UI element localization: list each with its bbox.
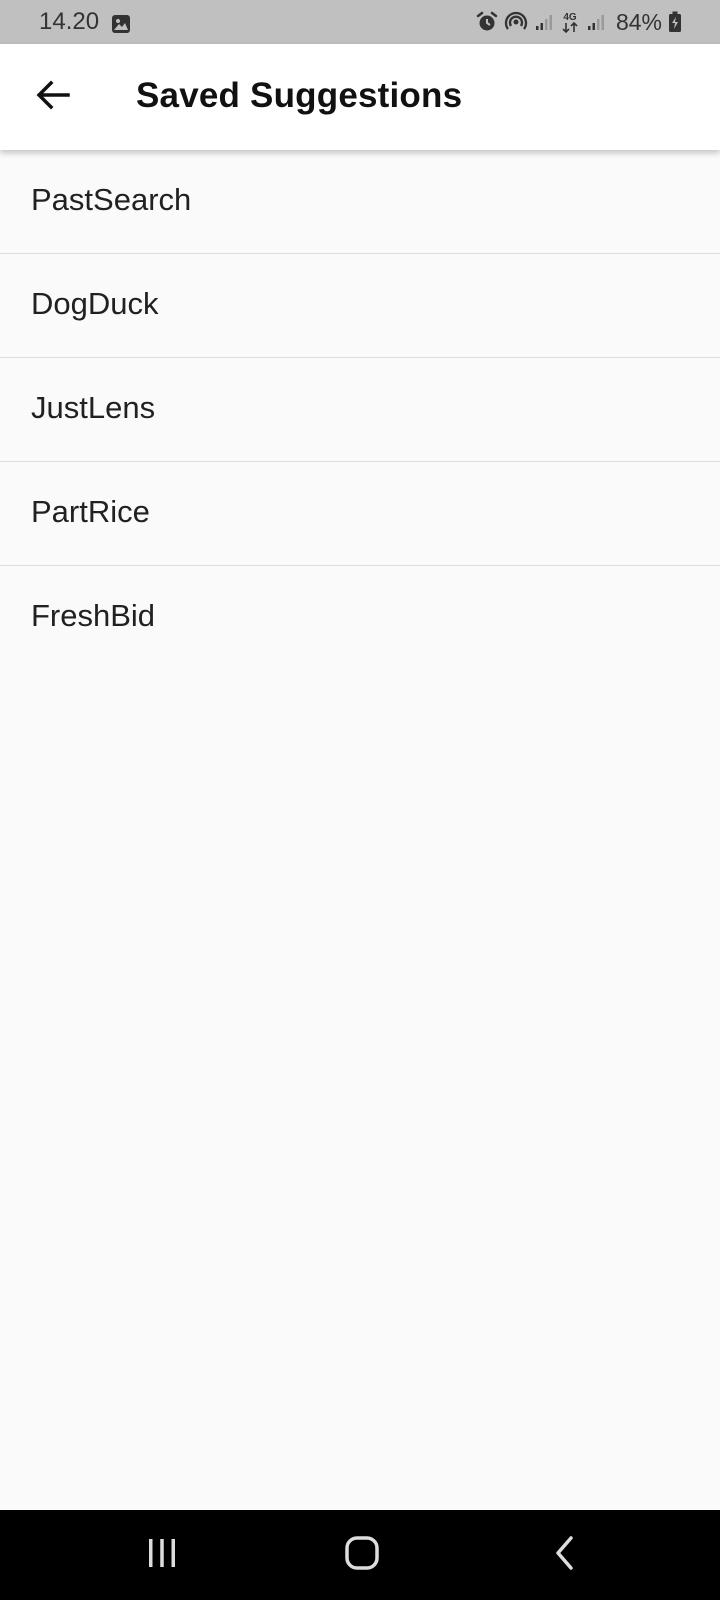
saved-suggestions-list: PastSearch DogDuck JustLens PartRice Fre… xyxy=(0,150,720,670)
list-item-label: JustLens xyxy=(31,390,156,425)
recent-apps-icon xyxy=(146,1537,178,1574)
status-bar: 14.20 4G 84% xyxy=(0,0,720,44)
svg-text:4G: 4G xyxy=(563,12,577,23)
data-4g-icon: 4G xyxy=(560,10,580,34)
list-item-label: DogDuck xyxy=(31,286,159,321)
hotspot-icon xyxy=(504,11,528,33)
battery-charging-icon xyxy=(668,11,682,33)
back-nav-button[interactable] xyxy=(535,1525,595,1585)
signal-icon xyxy=(586,12,606,32)
home-button[interactable] xyxy=(332,1525,392,1585)
list-item[interactable]: PastSearch xyxy=(0,150,720,254)
list-item[interactable]: PartRice xyxy=(0,462,720,566)
status-time: 14.20 xyxy=(39,8,100,35)
app-bar: Saved Suggestions xyxy=(0,44,720,150)
list-item[interactable]: FreshBid xyxy=(0,566,720,670)
recent-apps-button[interactable] xyxy=(132,1525,192,1585)
alarm-icon xyxy=(476,11,498,33)
list-item[interactable]: DogDuck xyxy=(0,254,720,358)
status-icons: 4G 84% xyxy=(476,7,682,37)
system-nav-bar xyxy=(0,1510,720,1600)
back-icon xyxy=(551,1535,579,1576)
list-item-label: PastSearch xyxy=(31,182,192,217)
page-title: Saved Suggestions xyxy=(136,76,463,115)
list-item[interactable]: JustLens xyxy=(0,358,720,462)
back-button[interactable] xyxy=(20,64,86,130)
home-icon xyxy=(344,1535,380,1576)
list-item-label: PartRice xyxy=(31,494,150,529)
image-icon xyxy=(111,14,131,34)
signal-icon xyxy=(534,12,554,32)
list-item-label: FreshBid xyxy=(31,598,156,633)
arrow-back-icon xyxy=(36,80,70,115)
battery-percent: 84% xyxy=(615,9,662,35)
